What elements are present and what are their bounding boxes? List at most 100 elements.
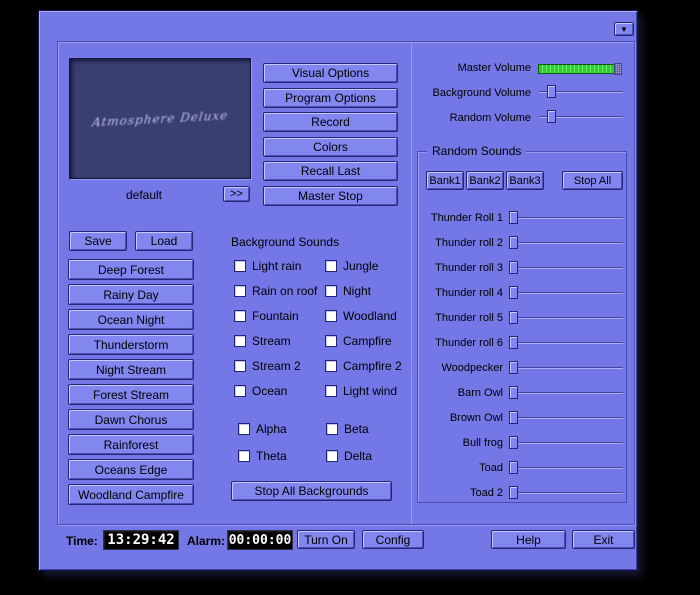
alpha-checkbox[interactable]: [238, 423, 250, 435]
checkbox-label: Campfire: [343, 334, 392, 348]
fountain-checkbox[interactable]: [234, 310, 246, 322]
random-sound-label: Barn Owl: [457, 387, 503, 399]
preset-oceans-edge-button[interactable]: Oceans Edge: [68, 459, 194, 480]
slider-track: [509, 292, 623, 294]
save-button[interactable]: Save: [69, 231, 127, 251]
slider-thumb[interactable]: [509, 236, 518, 249]
campfire-2-checkbox[interactable]: [325, 360, 337, 372]
checkbox-label: Delta: [344, 449, 373, 463]
master-stop-button[interactable]: Master Stop: [263, 186, 398, 206]
preview-screen: Atmosphere Deluxe: [69, 58, 251, 179]
screen-scribble-text: Atmosphere Deluxe: [91, 107, 229, 130]
alarm-label: Alarm:: [187, 534, 226, 548]
bank1-button[interactable]: Bank1: [426, 171, 464, 190]
preset-expand-button[interactable]: >>: [223, 186, 250, 202]
slider-thumb[interactable]: [509, 461, 518, 474]
config-button[interactable]: Config: [362, 530, 424, 549]
bank3-button[interactable]: Bank3: [506, 171, 544, 190]
night-checkbox[interactable]: [325, 285, 337, 297]
slider-thumb[interactable]: [509, 386, 518, 399]
preset-woodland-campfire-button[interactable]: Woodland Campfire: [68, 484, 194, 505]
slider-thumb[interactable]: [509, 261, 518, 274]
toad-2-slider[interactable]: [509, 486, 623, 500]
random-sound-label: Woodpecker: [441, 362, 503, 374]
campfire-checkbox[interactable]: [325, 335, 337, 347]
slider-track: [509, 417, 623, 419]
stop-all-button[interactable]: Stop All: [562, 171, 623, 190]
preset-rainforest-button[interactable]: Rainforest: [68, 434, 194, 455]
checkbox-label: Light wind: [343, 384, 398, 398]
slider-thumb[interactable]: [509, 361, 518, 374]
brown-owl-slider[interactable]: [509, 411, 623, 425]
stream-checkbox[interactable]: [234, 335, 246, 347]
woodland-checkbox[interactable]: [325, 310, 337, 322]
slider-thumb[interactable]: [547, 110, 556, 123]
preset-rainy-day-button[interactable]: Rainy Day: [68, 284, 194, 305]
stop-all-backgrounds-button[interactable]: Stop All Backgrounds: [231, 481, 392, 501]
slider-track: [509, 442, 623, 444]
window-menu-button[interactable]: ▼: [614, 22, 634, 36]
thunder-roll-6-slider[interactable]: [509, 336, 623, 350]
bull-frog-slider[interactable]: [509, 436, 623, 450]
rain-on-roof-checkbox[interactable]: [234, 285, 246, 297]
time-label: Time:: [66, 534, 98, 548]
slider-thumb[interactable]: [509, 311, 518, 324]
slider-thumb[interactable]: [547, 85, 556, 98]
random-sound-label: Bull frog: [462, 437, 503, 449]
load-button[interactable]: Load: [135, 231, 193, 251]
program-options-button[interactable]: Program Options: [263, 88, 398, 108]
random-sound-label: Thunder roll 4: [435, 287, 503, 299]
preset-thunderstorm-button[interactable]: Thunderstorm: [68, 334, 194, 355]
preset-night-stream-button[interactable]: Night Stream: [68, 359, 194, 380]
master-volume-thumb[interactable]: [614, 63, 622, 75]
checkbox-label: Alpha: [256, 422, 287, 436]
stream-2-checkbox[interactable]: [234, 360, 246, 372]
thunder-roll-5-slider[interactable]: [509, 311, 623, 325]
colors-button[interactable]: Colors: [263, 137, 398, 157]
ocean-checkbox[interactable]: [234, 385, 246, 397]
light-wind-checkbox[interactable]: [325, 385, 337, 397]
thunder-roll-3-slider[interactable]: [509, 261, 623, 275]
recall-last-button[interactable]: Recall Last: [263, 161, 398, 181]
slider-thumb[interactable]: [509, 336, 518, 349]
slider-track: [509, 317, 623, 319]
woodpecker-slider[interactable]: [509, 361, 623, 375]
thunder-roll-4-slider[interactable]: [509, 286, 623, 300]
slider-track: [509, 267, 623, 269]
exit-button[interactable]: Exit: [572, 530, 635, 549]
background-volume-label: Background Volume: [432, 87, 531, 99]
background-sounds-title: Background Sounds: [231, 235, 340, 249]
thunder-roll-2-slider[interactable]: [509, 236, 623, 250]
background-volume-slider[interactable]: [539, 85, 623, 99]
help-button[interactable]: Help: [491, 530, 566, 549]
turn-on-button[interactable]: Turn On: [297, 530, 355, 549]
theta-checkbox[interactable]: [238, 450, 250, 462]
visual-options-button[interactable]: Visual Options: [263, 63, 398, 83]
barn-owl-slider[interactable]: [509, 386, 623, 400]
preset-forest-stream-button[interactable]: Forest Stream: [68, 384, 194, 405]
master-volume-bar[interactable]: [538, 63, 622, 75]
preset-deep-forest-button[interactable]: Deep Forest: [68, 259, 194, 280]
random-volume-slider[interactable]: [539, 110, 623, 124]
random-sound-label: Thunder roll 5: [435, 312, 503, 324]
bank2-button[interactable]: Bank2: [466, 171, 504, 190]
toad-slider[interactable]: [509, 461, 623, 475]
slider-thumb[interactable]: [509, 436, 518, 449]
dropdown-arrow-icon: ▼: [620, 24, 628, 34]
preset-ocean-night-button[interactable]: Ocean Night: [68, 309, 194, 330]
slider-thumb[interactable]: [509, 411, 518, 424]
light-rain-checkbox[interactable]: [234, 260, 246, 272]
slider-track: [509, 467, 623, 469]
slider-track: [509, 242, 623, 244]
slider-thumb[interactable]: [509, 486, 518, 499]
preset-dawn-chorus-button[interactable]: Dawn Chorus: [68, 409, 194, 430]
delta-checkbox[interactable]: [326, 450, 338, 462]
random-sound-label: Toad 2: [469, 487, 503, 499]
jungle-checkbox[interactable]: [325, 260, 337, 272]
slider-thumb[interactable]: [509, 211, 518, 224]
slider-thumb[interactable]: [509, 286, 518, 299]
random-sound-label: Thunder roll 6: [435, 337, 503, 349]
record-button[interactable]: Record: [263, 112, 398, 132]
thunder-roll-1-slider[interactable]: [509, 211, 623, 225]
beta-checkbox[interactable]: [326, 423, 338, 435]
